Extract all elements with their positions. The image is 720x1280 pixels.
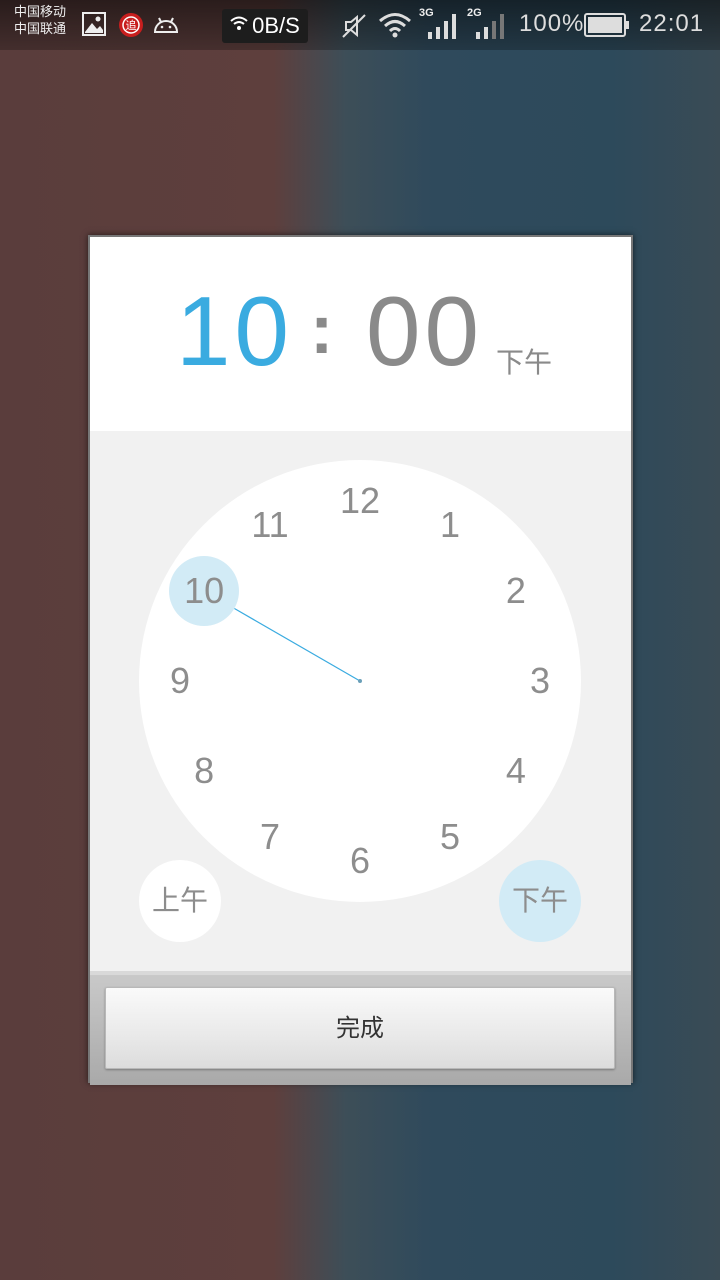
time-display: 10 : 00 下午 <box>90 237 631 431</box>
dialog-footer: 完成 <box>90 971 631 1085</box>
clock-number-3[interactable]: 3 <box>510 661 570 701</box>
time-picker-dialog: 10 : 00 下午 12 1 2 3 4 5 6 7 8 9 10 11 上午 下午 完成 <box>88 235 633 1085</box>
hour-display[interactable]: 10 <box>176 275 293 388</box>
pm-button[interactable]: 下午 <box>499 860 581 942</box>
battery-icon <box>584 13 630 41</box>
clock-number-4[interactable]: 4 <box>486 751 546 791</box>
network-speed: 0B/S <box>222 9 308 43</box>
period-display: 下午 <box>496 346 553 379</box>
am-button[interactable]: 上午 <box>139 860 221 942</box>
minute-display[interactable]: 00 <box>366 275 483 388</box>
time-separator: : <box>310 290 334 368</box>
clock-hand-line <box>234 607 361 682</box>
status-time: 22:01 <box>639 10 705 37</box>
carrier-2: 中国联通 <box>14 22 67 37</box>
mute-icon <box>340 12 368 44</box>
notification-app-icon: 追 <box>118 12 144 42</box>
android-icon <box>152 14 180 40</box>
battery-percent: 100% <box>519 10 585 37</box>
carrier-names: 中国移动 中国联通 <box>14 4 66 38</box>
svg-text:追: 追 <box>126 18 137 32</box>
carrier-1: 中国移动 <box>14 5 67 20</box>
clock-face[interactable]: 12 1 2 3 4 5 6 7 8 9 10 11 <box>139 460 581 902</box>
status-bar: 中国移动 中国联通 追 0B/S 3G 2G 100% 22:01 <box>0 0 720 50</box>
clock-number-11[interactable]: 11 <box>240 505 300 545</box>
clock-number-8[interactable]: 8 <box>174 751 234 791</box>
clock-number-12[interactable]: 12 <box>330 481 390 521</box>
dialog-body: 10 : 00 下午 12 1 2 3 4 5 6 7 8 9 10 11 上午 下午 完成 <box>90 237 631 1085</box>
done-button[interactable]: 完成 <box>105 987 615 1069</box>
clock-number-1[interactable]: 1 <box>420 505 480 545</box>
clock-number-9[interactable]: 9 <box>150 661 210 701</box>
clock-number-10[interactable]: 10 <box>174 571 234 611</box>
clock-area: 12 1 2 3 4 5 6 7 8 9 10 11 上午 下午 <box>90 431 631 971</box>
signal-icon <box>426 12 460 44</box>
signal-icon <box>474 12 508 44</box>
image-icon <box>82 12 106 40</box>
clock-number-2[interactable]: 2 <box>486 571 546 611</box>
wifi-small-icon <box>230 13 248 39</box>
network-speed-text: 0B/S <box>252 13 300 38</box>
clock-number-5[interactable]: 5 <box>420 816 480 857</box>
clock-center-dot <box>358 679 362 683</box>
clock-number-7[interactable]: 7 <box>240 816 300 857</box>
wifi-icon <box>378 10 412 44</box>
clock-number-6[interactable]: 6 <box>330 841 390 881</box>
